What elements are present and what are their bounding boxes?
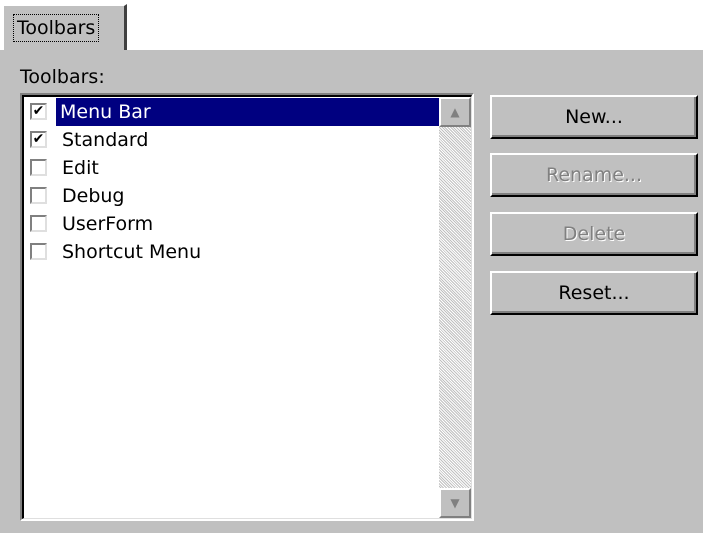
checkbox-menu-bar[interactable]: ✔ xyxy=(30,103,47,120)
new-button[interactable]: New... xyxy=(490,95,698,139)
list-item-standard[interactable]: ✔ Standard xyxy=(26,126,440,154)
list-item-label: Debug xyxy=(62,185,125,207)
scroll-up-button[interactable]: ▲ xyxy=(439,97,471,127)
list-item-label: Standard xyxy=(62,129,149,151)
checkbox-debug[interactable] xyxy=(30,187,47,204)
checkmark-icon: ✔ xyxy=(32,103,45,119)
toolbars-list-label: Toolbars: xyxy=(20,66,105,88)
listbox-frame: ✔ Menu Bar ✔ Standard Edit Debug UserFor… xyxy=(22,95,472,519)
vertical-scrollbar[interactable]: ▲ ▼ xyxy=(439,97,471,518)
checkmark-icon: ✔ xyxy=(32,131,45,147)
list-item-label: Edit xyxy=(62,157,99,179)
checkbox-shortcut-menu[interactable] xyxy=(30,243,47,260)
list-item-userform[interactable]: UserForm xyxy=(26,210,440,238)
checkbox-userform[interactable] xyxy=(30,215,47,232)
checkbox-edit[interactable] xyxy=(30,159,47,176)
toolbars-listbox[interactable]: ✔ Menu Bar ✔ Standard Edit Debug UserFor… xyxy=(20,93,474,521)
scroll-up-arrow-icon: ▲ xyxy=(450,105,460,119)
list-item-label: Shortcut Menu xyxy=(62,241,202,263)
scroll-down-button[interactable]: ▼ xyxy=(439,488,471,518)
list-item-edit[interactable]: Edit xyxy=(26,154,440,182)
reset-button[interactable]: Reset... xyxy=(490,271,698,315)
checkbox-standard[interactable]: ✔ xyxy=(30,131,47,148)
scroll-down-arrow-icon: ▼ xyxy=(450,496,460,510)
delete-button[interactable]: Delete xyxy=(490,212,698,256)
list-item-label: Menu Bar xyxy=(56,98,440,126)
list-item-shortcut-menu[interactable]: Shortcut Menu xyxy=(26,238,440,266)
toolbar-items: ✔ Menu Bar ✔ Standard Edit Debug UserFor… xyxy=(26,98,440,266)
rename-button[interactable]: Rename... xyxy=(490,153,698,197)
list-item-label: UserForm xyxy=(62,213,154,235)
tab-toolbars[interactable]: Toolbars xyxy=(2,4,127,50)
list-item-debug[interactable]: Debug xyxy=(26,182,440,210)
list-item-menu-bar[interactable]: ✔ Menu Bar xyxy=(26,98,440,126)
tab-label: Toolbars xyxy=(13,14,100,42)
